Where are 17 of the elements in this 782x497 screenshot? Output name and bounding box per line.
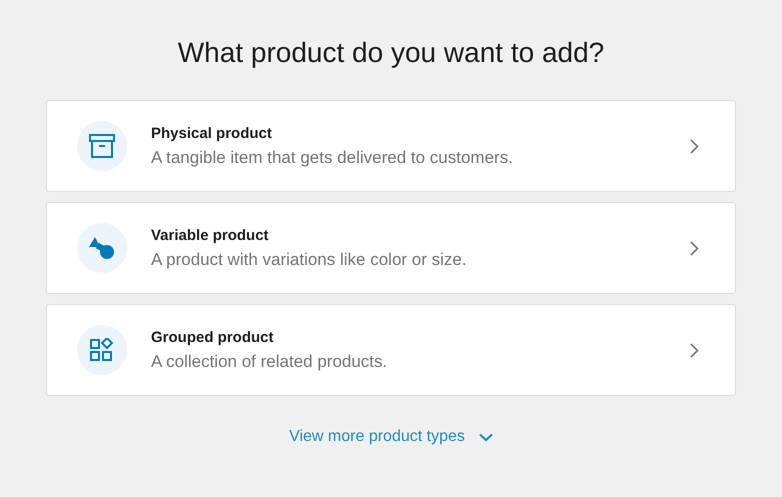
option-description: A collection of related products.: [151, 352, 388, 372]
option-description: A product with variations like color or size.: [151, 250, 468, 270]
product-type-option[interactable]: Variable product A product with variations like color or size.: [46, 202, 736, 294]
product-type-option[interactable]: Physical product A tangible item that gets delivered to customers.: [46, 100, 736, 192]
chevron-right-icon: [690, 240, 699, 256]
grid-icon: [90, 338, 114, 362]
option-description: A tangible item that gets delivered to customers.: [151, 148, 514, 168]
chevron-right-icon: [690, 138, 699, 154]
product-type-option[interactable]: Grouped product A collection of related products.: [46, 304, 736, 396]
archive-box-icon: [89, 134, 115, 158]
chevron-down-icon: [478, 432, 493, 442]
option-title: Grouped product: [151, 328, 274, 346]
shapes-icon: [89, 236, 115, 260]
option-title: Variable product: [151, 226, 270, 244]
option-title: Physical product: [151, 124, 273, 142]
chevron-right-icon: [690, 342, 699, 358]
page-title: What product do you want to add?: [176, 36, 606, 70]
